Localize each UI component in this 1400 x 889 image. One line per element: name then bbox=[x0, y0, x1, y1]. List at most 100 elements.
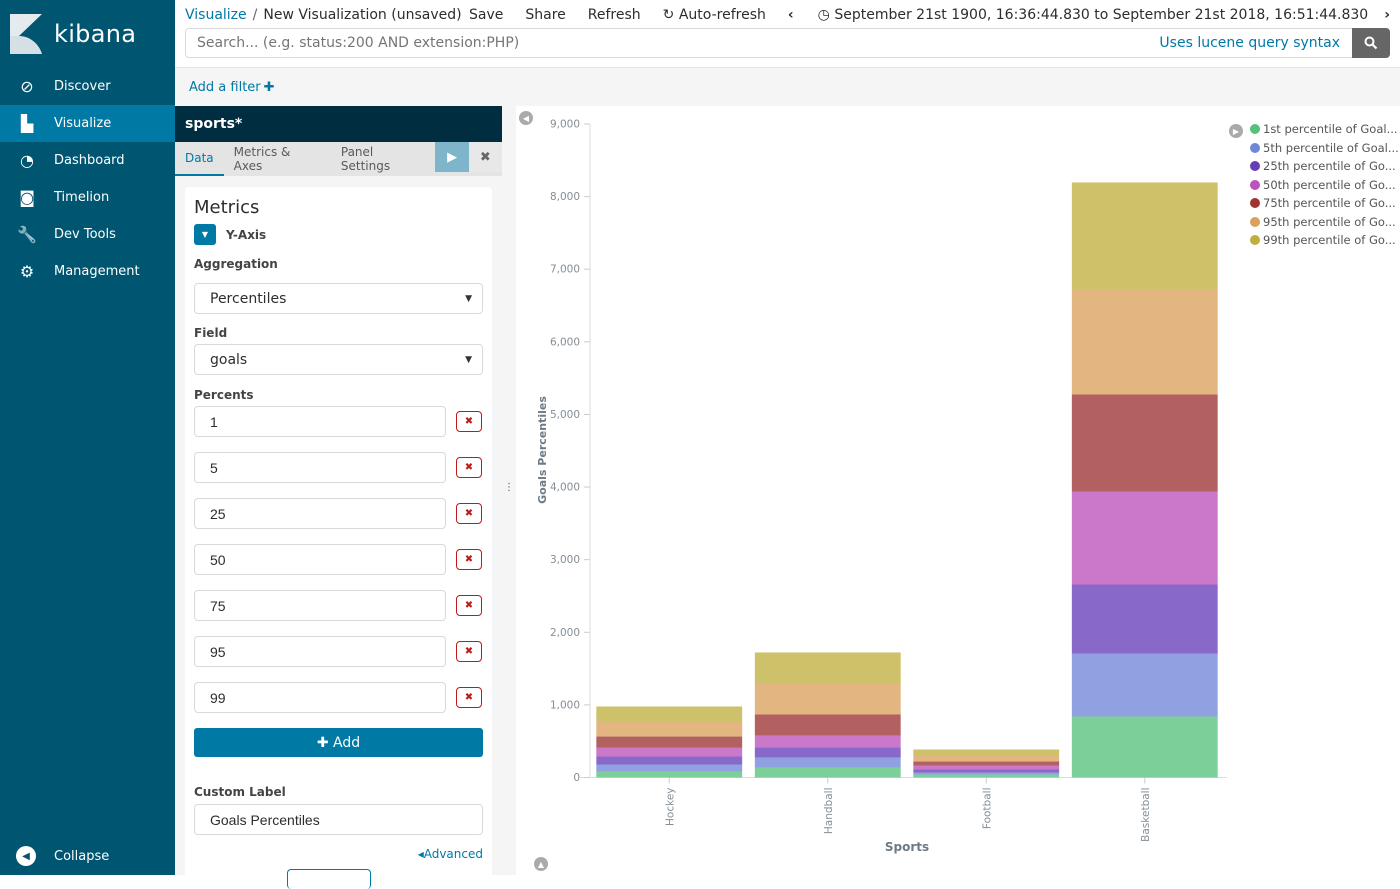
tab-data[interactable]: Data bbox=[175, 142, 224, 176]
bar-segment[interactable] bbox=[1071, 394, 1218, 492]
percent-row: 5 ✖ bbox=[194, 452, 483, 483]
custom-label-input[interactable]: Goals Percentiles bbox=[194, 804, 483, 835]
bar-segment[interactable] bbox=[596, 706, 743, 722]
bar-segment[interactable] bbox=[1071, 716, 1218, 778]
time-range-picker[interactable]: ◷ September 21st 1900, 16:36:44.830 to S… bbox=[818, 7, 1369, 23]
sidebar-item-discover[interactable]: ⊘ Discover bbox=[0, 68, 175, 105]
wrench-icon: 🔧 bbox=[17, 225, 37, 244]
chevron-up-icon: ▲ bbox=[537, 859, 545, 869]
share-button[interactable]: Share bbox=[525, 7, 565, 23]
tab-panel-settings[interactable]: Panel Settings bbox=[331, 142, 435, 176]
percent-input[interactable]: 5 bbox=[194, 452, 446, 483]
bar-segment[interactable] bbox=[913, 761, 1060, 766]
field-label: Field bbox=[194, 326, 228, 340]
legend-toggle-button[interactable]: ▶ bbox=[1229, 124, 1243, 138]
bar-segment[interactable] bbox=[596, 756, 743, 765]
caret-down-icon: ▼ bbox=[465, 293, 472, 304]
legend-item[interactable]: 1st percentile of Goal... bbox=[1250, 120, 1399, 139]
bar-segment[interactable] bbox=[596, 747, 743, 757]
sidebar-item-visualize[interactable]: ▙ Visualize bbox=[0, 105, 175, 142]
advanced-toggle[interactable]: ◂Advanced bbox=[194, 847, 483, 861]
toggle-metric-button[interactable]: ▼ bbox=[194, 224, 216, 245]
field-select[interactable]: goals ▼ bbox=[194, 344, 483, 375]
remove-percent-button[interactable]: ✖ bbox=[456, 503, 482, 524]
bar-segment[interactable] bbox=[1071, 289, 1218, 395]
collapse-button[interactable]: ◀ Collapse bbox=[16, 845, 109, 867]
percents-label: Percents bbox=[194, 388, 254, 402]
percent-input[interactable]: 50 bbox=[194, 544, 446, 575]
percent-input[interactable]: 99 bbox=[194, 682, 446, 713]
sidebar-item-dev-tools[interactable]: 🔧 Dev Tools bbox=[0, 216, 175, 253]
aggregation-select[interactable]: Percentiles ▼ bbox=[194, 283, 483, 314]
tab-metrics-axes[interactable]: Metrics & Axes bbox=[224, 142, 331, 176]
custom-label-label: Custom Label bbox=[194, 785, 286, 799]
kibana-logo[interactable]: kibana bbox=[10, 14, 136, 54]
add-percent-button[interactable]: ✚ Add bbox=[194, 728, 483, 757]
bar-segment[interactable] bbox=[1071, 491, 1218, 585]
add-sub-agg-button[interactable] bbox=[287, 869, 371, 889]
bar-segment[interactable] bbox=[754, 757, 901, 768]
percent-input[interactable]: 25 bbox=[194, 498, 446, 529]
bar-segment[interactable] bbox=[754, 735, 901, 748]
remove-percent-button[interactable]: ✖ bbox=[456, 687, 482, 708]
bar-segment[interactable] bbox=[913, 749, 1060, 756]
bar-segment[interactable] bbox=[1071, 584, 1218, 654]
auto-refresh-button[interactable]: ↻ Auto-refresh bbox=[663, 7, 766, 23]
bar-segment[interactable] bbox=[913, 772, 1060, 775]
remove-percent-button[interactable]: ✖ bbox=[456, 411, 482, 432]
search-button[interactable] bbox=[1352, 28, 1390, 58]
save-button[interactable]: Save bbox=[469, 7, 503, 23]
gear-icon: ⚙ bbox=[19, 262, 35, 281]
legend-label: 75th percentile of Go... bbox=[1263, 196, 1396, 211]
bar-segment[interactable] bbox=[754, 652, 901, 684]
time-back-button[interactable]: ‹ bbox=[788, 7, 794, 23]
bar-segment[interactable] bbox=[913, 774, 1060, 778]
sidebar-item-timelion[interactable]: ◙ Timelion bbox=[0, 179, 175, 216]
apply-changes-button[interactable]: ▶ bbox=[435, 142, 469, 172]
percent-input[interactable]: 75 bbox=[194, 590, 446, 621]
drag-handle-icon: ⋮ bbox=[504, 481, 514, 493]
search-icon bbox=[1364, 36, 1378, 50]
breadcrumb-visualize-link[interactable]: Visualize bbox=[185, 7, 247, 23]
remove-percent-button[interactable]: ✖ bbox=[456, 549, 482, 570]
sidebar-item-dashboard[interactable]: ◔ Dashboard bbox=[0, 142, 175, 179]
percent-input[interactable]: 1 bbox=[194, 406, 446, 437]
remove-percent-button[interactable]: ✖ bbox=[456, 595, 482, 616]
editor-resize-handle[interactable]: ⋮ bbox=[502, 106, 516, 875]
sidebar-item-label: Management bbox=[54, 264, 140, 279]
discard-changes-button[interactable]: ✖ bbox=[468, 142, 502, 172]
bar-segment[interactable] bbox=[754, 683, 901, 715]
close-icon: ✖ bbox=[464, 646, 474, 657]
x-tick-label: Hockey bbox=[664, 788, 676, 826]
bar-segment[interactable] bbox=[754, 714, 901, 736]
sidebar-item-label: Visualize bbox=[54, 116, 112, 131]
remove-percent-button[interactable]: ✖ bbox=[456, 457, 482, 478]
legend-item[interactable]: 5th percentile of Goal... bbox=[1250, 139, 1399, 158]
collapse-x-axis-button[interactable]: ▲ bbox=[534, 857, 548, 871]
bar-segment[interactable] bbox=[1071, 653, 1218, 717]
bar-segment[interactable] bbox=[596, 721, 743, 737]
lucene-syntax-link[interactable]: Uses lucene query syntax bbox=[1159, 35, 1340, 51]
sidebar-item-management[interactable]: ⚙ Management bbox=[0, 253, 175, 290]
bar-segment[interactable] bbox=[913, 755, 1060, 762]
add-filter-button[interactable]: Add a filter ✚ bbox=[189, 80, 275, 95]
bar-segment[interactable] bbox=[913, 765, 1060, 770]
time-forward-button[interactable]: › bbox=[1384, 7, 1390, 23]
remove-percent-button[interactable]: ✖ bbox=[456, 641, 482, 662]
legend-item[interactable]: 95th percentile of Go... bbox=[1250, 213, 1399, 232]
percent-row: 95 ✖ bbox=[194, 636, 483, 667]
bar-segment[interactable] bbox=[913, 769, 1060, 773]
legend-item[interactable]: 25th percentile of Go... bbox=[1250, 157, 1399, 176]
legend-item[interactable]: 75th percentile of Go... bbox=[1250, 194, 1399, 213]
bar-segment[interactable] bbox=[1071, 182, 1218, 290]
bar-segment[interactable] bbox=[596, 771, 743, 778]
bar-segment[interactable] bbox=[754, 767, 901, 778]
bar-segment[interactable] bbox=[596, 736, 743, 748]
legend-item[interactable]: 99th percentile of Go... bbox=[1250, 231, 1399, 250]
search-input[interactable] bbox=[186, 35, 1160, 51]
bar-segment[interactable] bbox=[754, 747, 901, 758]
percent-input[interactable]: 95 bbox=[194, 636, 446, 667]
legend-item[interactable]: 50th percentile of Go... bbox=[1250, 176, 1399, 195]
refresh-button[interactable]: Refresh bbox=[588, 7, 641, 23]
bar-segment[interactable] bbox=[596, 764, 743, 772]
